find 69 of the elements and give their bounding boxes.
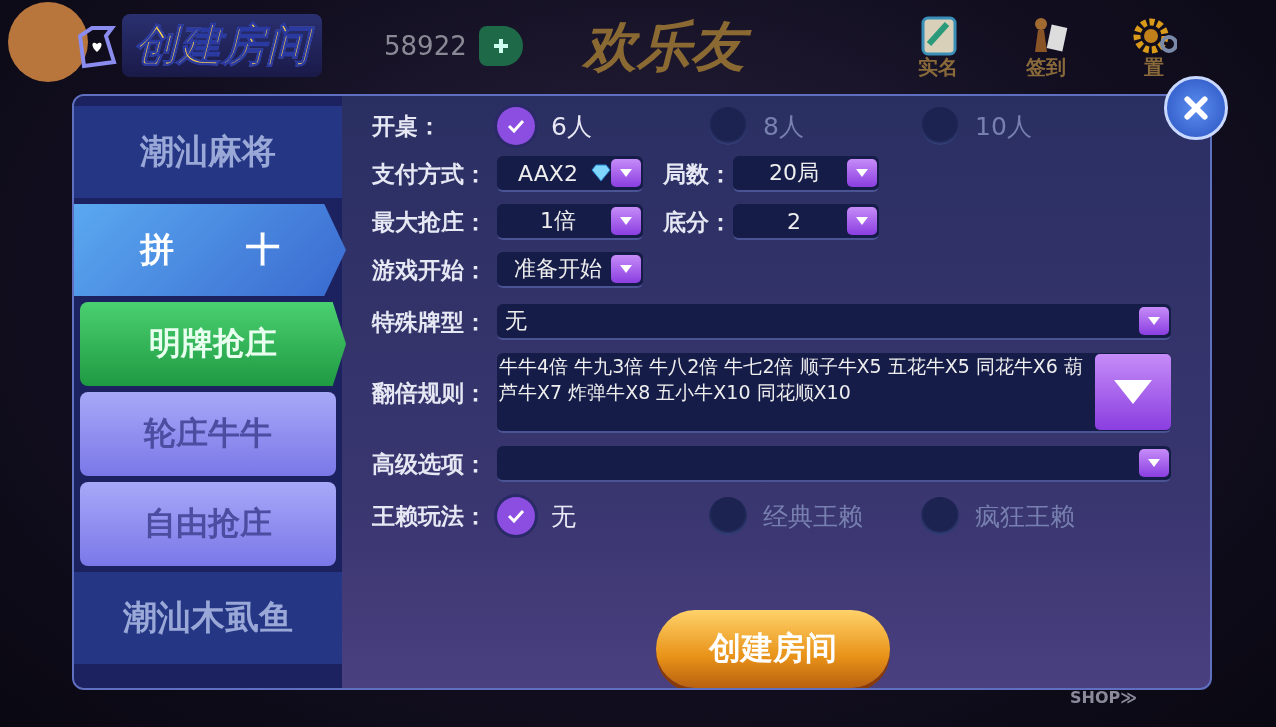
dropdown-field[interactable]: 牛牛4倍 牛九3倍 牛八2倍 牛七2倍 顺子牛X5 五花牛X5 同花牛X6 葫芦牛X7 炸弹牛X8 五小牛X10 同花顺X10 (497, 353, 1171, 433)
radio-button[interactable] (497, 107, 535, 145)
caret-icon (619, 215, 633, 227)
dropdown-button[interactable] (611, 159, 641, 187)
dropdown-field[interactable]: 无 (497, 304, 1171, 340)
field-label: 王赖玩法： (372, 501, 488, 531)
game-tab[interactable]: 拼 十 (74, 204, 346, 296)
radio-button[interactable] (709, 107, 747, 145)
dropdown-field[interactable]: 准备开始 (497, 252, 643, 288)
dropdown-field[interactable]: 2 (733, 204, 879, 240)
dropdown-field[interactable]: 1倍 (497, 204, 643, 240)
field-label: 翻倍规则： (372, 378, 488, 408)
dropdown-button[interactable] (847, 159, 877, 187)
dropdown-button[interactable] (1139, 449, 1169, 477)
caret-icon (619, 263, 633, 275)
option-label: 疯狂王赖 (975, 500, 1075, 533)
dropdown-field[interactable]: AAX2 (497, 156, 643, 192)
dropdown-button[interactable] (1095, 354, 1171, 430)
game-logo: 欢乐友 (578, 11, 759, 81)
toolbar-button[interactable]: 置 (1114, 14, 1193, 78)
radio-button[interactable] (497, 497, 535, 535)
shop-label[interactable]: SHOP≫ (1070, 688, 1137, 707)
mode-tab[interactable]: 自由抢庄 (80, 482, 336, 566)
caret-icon (619, 167, 633, 179)
dropdown-button[interactable] (611, 207, 641, 235)
dropdown-value: 1倍 (539, 207, 577, 235)
radio-button[interactable] (709, 497, 747, 535)
mode-tab[interactable]: 轮庄牛牛 (80, 392, 336, 476)
close-icon (1181, 93, 1211, 123)
option-label: 6人 (551, 110, 592, 143)
field-label: 局数： (663, 159, 733, 189)
mode-tab[interactable]: 明牌抢庄 (80, 302, 346, 386)
dropdown-field[interactable] (497, 446, 1171, 482)
dropdown-button[interactable] (611, 255, 641, 283)
coin-count: 58922 (384, 31, 467, 61)
field-label: 游戏开始： (372, 255, 488, 285)
toolbar-button[interactable]: 签到 (1006, 14, 1085, 78)
field-label: 支付方式： (372, 159, 488, 189)
dropdown-value: 牛牛4倍 牛九3倍 牛八2倍 牛七2倍 顺子牛X5 五花牛X5 同花牛X6 葫芦牛X7 炸弹牛X8 五小牛X10 同花顺X10 (499, 354, 1084, 405)
option-label: 无 (551, 500, 576, 533)
option-label: 10人 (975, 110, 1032, 143)
field-label: 开桌： (372, 111, 442, 141)
plus-icon (491, 37, 510, 55)
field-label: 特殊牌型： (372, 307, 488, 337)
field-label: 最大抢庄： (372, 207, 488, 237)
option-label: 8人 (763, 110, 804, 143)
option-label: 经典王赖 (763, 500, 863, 533)
radio-button[interactable] (921, 107, 959, 145)
dropdown-value: AAX2 (517, 160, 579, 186)
dropdown-value: 准备开始 (513, 255, 603, 283)
caret-icon (855, 215, 869, 227)
dropdown-value: 无 (505, 307, 528, 335)
caret-icon (1147, 315, 1161, 327)
dropdown-button[interactable] (847, 207, 877, 235)
dropdown-value: 20局 (768, 159, 820, 187)
dropdown-value: 2 (786, 208, 802, 234)
toolbar-button[interactable]: 实名 (898, 14, 977, 78)
field-label: 底分： (663, 207, 733, 237)
game-tab[interactable]: 潮汕木虱鱼 (74, 572, 342, 664)
radio-button[interactable] (921, 497, 959, 535)
caret-icon (1147, 457, 1161, 469)
add-coins-button[interactable] (478, 26, 523, 66)
dropdown-field[interactable]: 20局 (733, 156, 879, 192)
field-label: 高级选项： (372, 449, 488, 479)
dropdown-button[interactable] (1139, 307, 1169, 335)
game-tab[interactable]: 潮汕麻将 (74, 106, 342, 198)
dialog-title: 创建房间 (122, 14, 322, 77)
caret-icon (855, 167, 869, 179)
caret-icon (1113, 378, 1153, 406)
